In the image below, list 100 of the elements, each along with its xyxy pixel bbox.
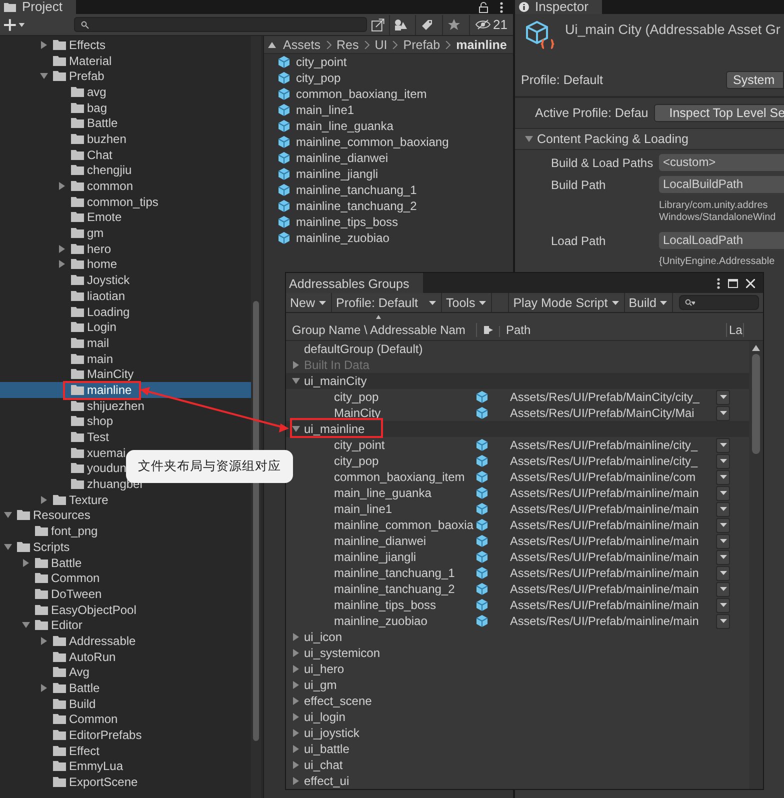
- tree-row[interactable]: common_tips: [0, 194, 251, 210]
- tree-row[interactable]: Battle: [0, 680, 251, 696]
- tree-row[interactable]: Common: [0, 712, 251, 728]
- dropdown-button[interactable]: [716, 566, 730, 580]
- tree-row[interactable]: Prefab: [0, 68, 251, 84]
- breadcrumb-link[interactable]: Assets: [283, 38, 321, 52]
- breadcrumb-link[interactable]: mainline: [456, 38, 507, 52]
- disclosure-triangle-icon[interactable]: [58, 260, 66, 268]
- group-name[interactable]: ui_joystick: [304, 726, 360, 740]
- lock-icon[interactable]: [479, 2, 488, 12]
- dropdown-button[interactable]: [716, 614, 730, 628]
- dropdown-field[interactable]: LocalBuildPath: [659, 176, 784, 193]
- tree-row[interactable]: font_png: [0, 523, 251, 539]
- group-name[interactable]: ui_mainCity: [304, 374, 367, 388]
- entry-name[interactable]: mainline_dianwei: [286, 534, 476, 548]
- entry-name[interactable]: mainline_jiangli: [286, 550, 476, 564]
- tree-row[interactable]: Common: [0, 570, 251, 586]
- disclosure-triangle-icon[interactable]: [40, 684, 48, 692]
- tree-row[interactable]: Battle: [0, 554, 251, 570]
- maximize-icon[interactable]: [728, 278, 738, 288]
- tree-row[interactable]: common: [0, 178, 251, 194]
- tree-row[interactable]: mainline: [0, 382, 251, 398]
- dropdown-button[interactable]: [716, 582, 730, 596]
- column-header[interactable]: Group Name \ Addressable Nam: [292, 323, 466, 337]
- group-name[interactable]: ui_mainline: [304, 422, 365, 436]
- disclosure-triangle-icon[interactable]: [40, 636, 48, 645]
- group-name[interactable]: ui_chat: [304, 758, 343, 772]
- disclosure-triangle-icon[interactable]: [4, 511, 12, 520]
- file-name[interactable]: mainline_zuobiao: [296, 231, 390, 245]
- add-menu-icon[interactable]: [4, 18, 26, 30]
- tree-row[interactable]: liaotian: [0, 288, 251, 304]
- tree-row[interactable]: Editor: [0, 617, 251, 634]
- dropdown-button[interactable]: [716, 486, 730, 500]
- group-name[interactable]: defaultGroup (Default): [304, 342, 423, 356]
- addressables-groups-tab[interactable]: Addressables Groups: [286, 273, 424, 293]
- dropdown-field[interactable]: <custom>: [659, 154, 784, 171]
- tree-row[interactable]: shijuezhen: [0, 398, 251, 414]
- more-options-icon[interactable]: [500, 2, 503, 12]
- tree-row[interactable]: DoTween: [0, 586, 251, 602]
- file-name[interactable]: mainline_jiangli: [296, 167, 378, 181]
- tree-row[interactable]: Resources: [0, 508, 251, 524]
- file-name[interactable]: mainline_tips_boss: [296, 215, 398, 229]
- tree-row[interactable]: Chat: [0, 146, 251, 162]
- project-tab[interactable]: Project: [0, 0, 76, 14]
- more-options-icon[interactable]: [717, 278, 720, 288]
- group-name[interactable]: ui_gm: [304, 678, 337, 692]
- tree-row[interactable]: gm: [0, 225, 251, 241]
- tree-row[interactable]: Battle: [0, 115, 251, 132]
- file-name[interactable]: main_line_guanka: [296, 119, 394, 133]
- column-header[interactable]: La: [729, 323, 742, 337]
- disclosure-triangle-icon[interactable]: [292, 713, 300, 721]
- disclosure-triangle-icon[interactable]: [58, 244, 66, 253]
- tree-row[interactable]: home: [0, 256, 251, 272]
- file-name[interactable]: main_line1: [296, 103, 354, 117]
- disclosure-triangle-icon[interactable]: [292, 665, 300, 673]
- close-icon[interactable]: [746, 278, 755, 288]
- tree-row[interactable]: chengjiu: [0, 162, 251, 178]
- tree-row[interactable]: EmmyLua: [0, 758, 251, 774]
- section-header[interactable]: Content Packing & Loading: [515, 129, 784, 150]
- disclosure-triangle-icon[interactable]: [292, 745, 300, 753]
- disclosure-triangle-icon[interactable]: [58, 182, 66, 190]
- scrollbar-thumb[interactable]: [752, 354, 760, 454]
- entry-name[interactable]: MainCity: [286, 406, 476, 420]
- entry-name[interactable]: mainline_tips_boss: [286, 598, 476, 612]
- dropdown-button[interactable]: [716, 502, 730, 516]
- disclosure-triangle-icon[interactable]: [22, 558, 30, 567]
- tree-row[interactable]: shop: [0, 414, 251, 430]
- tree-row[interactable]: Addressable: [0, 633, 251, 649]
- tree-row[interactable]: main: [0, 350, 251, 366]
- disclosure-triangle-icon[interactable]: [292, 377, 300, 385]
- dropdown-field[interactable]: LocalLoadPath: [659, 232, 784, 249]
- disclosure-triangle-icon[interactable]: [40, 72, 48, 80]
- disclosure-triangle-icon[interactable]: [40, 496, 48, 504]
- dropdown-button[interactable]: [716, 598, 730, 612]
- breadcrumb-link[interactable]: Prefab: [403, 38, 440, 52]
- disclosure-triangle-icon[interactable]: [292, 649, 300, 657]
- entry-name[interactable]: city_point: [286, 438, 476, 452]
- dropdown-button[interactable]: [716, 534, 730, 548]
- tree-row[interactable]: Build: [0, 696, 251, 712]
- group-name[interactable]: ui_hero: [304, 662, 344, 676]
- tree-row[interactable]: Effect: [0, 742, 251, 759]
- scroll-up-arrow-icon[interactable]: [268, 42, 276, 48]
- inspector-tab[interactable]: Inspector: [515, 0, 602, 14]
- breadcrumb-link[interactable]: Res: [336, 38, 359, 52]
- toolbar-dropdown-button[interactable]: Play Mode Script: [508, 293, 625, 312]
- dropdown-button[interactable]: [716, 550, 730, 564]
- scroll-up-arrow-icon[interactable]: [752, 345, 760, 351]
- search-field[interactable]: [74, 17, 367, 32]
- tree-row[interactable]: MainCity: [0, 366, 251, 382]
- file-name[interactable]: common_baoxiang_item: [296, 87, 427, 101]
- breadcrumb-link[interactable]: UI: [374, 38, 388, 52]
- disclosure-triangle-icon[interactable]: [40, 40, 48, 49]
- column-header[interactable]: Path: [506, 323, 531, 337]
- group-name[interactable]: ui_icon: [304, 630, 342, 644]
- group-name[interactable]: ui_battle: [304, 742, 350, 756]
- entry-name[interactable]: city_pop: [286, 390, 476, 404]
- dropdown-button[interactable]: [716, 390, 730, 404]
- disclosure-triangle-icon[interactable]: [292, 697, 300, 705]
- tree-row[interactable]: EasyObjectPool: [0, 602, 251, 618]
- entry-name[interactable]: main_line1: [286, 502, 476, 516]
